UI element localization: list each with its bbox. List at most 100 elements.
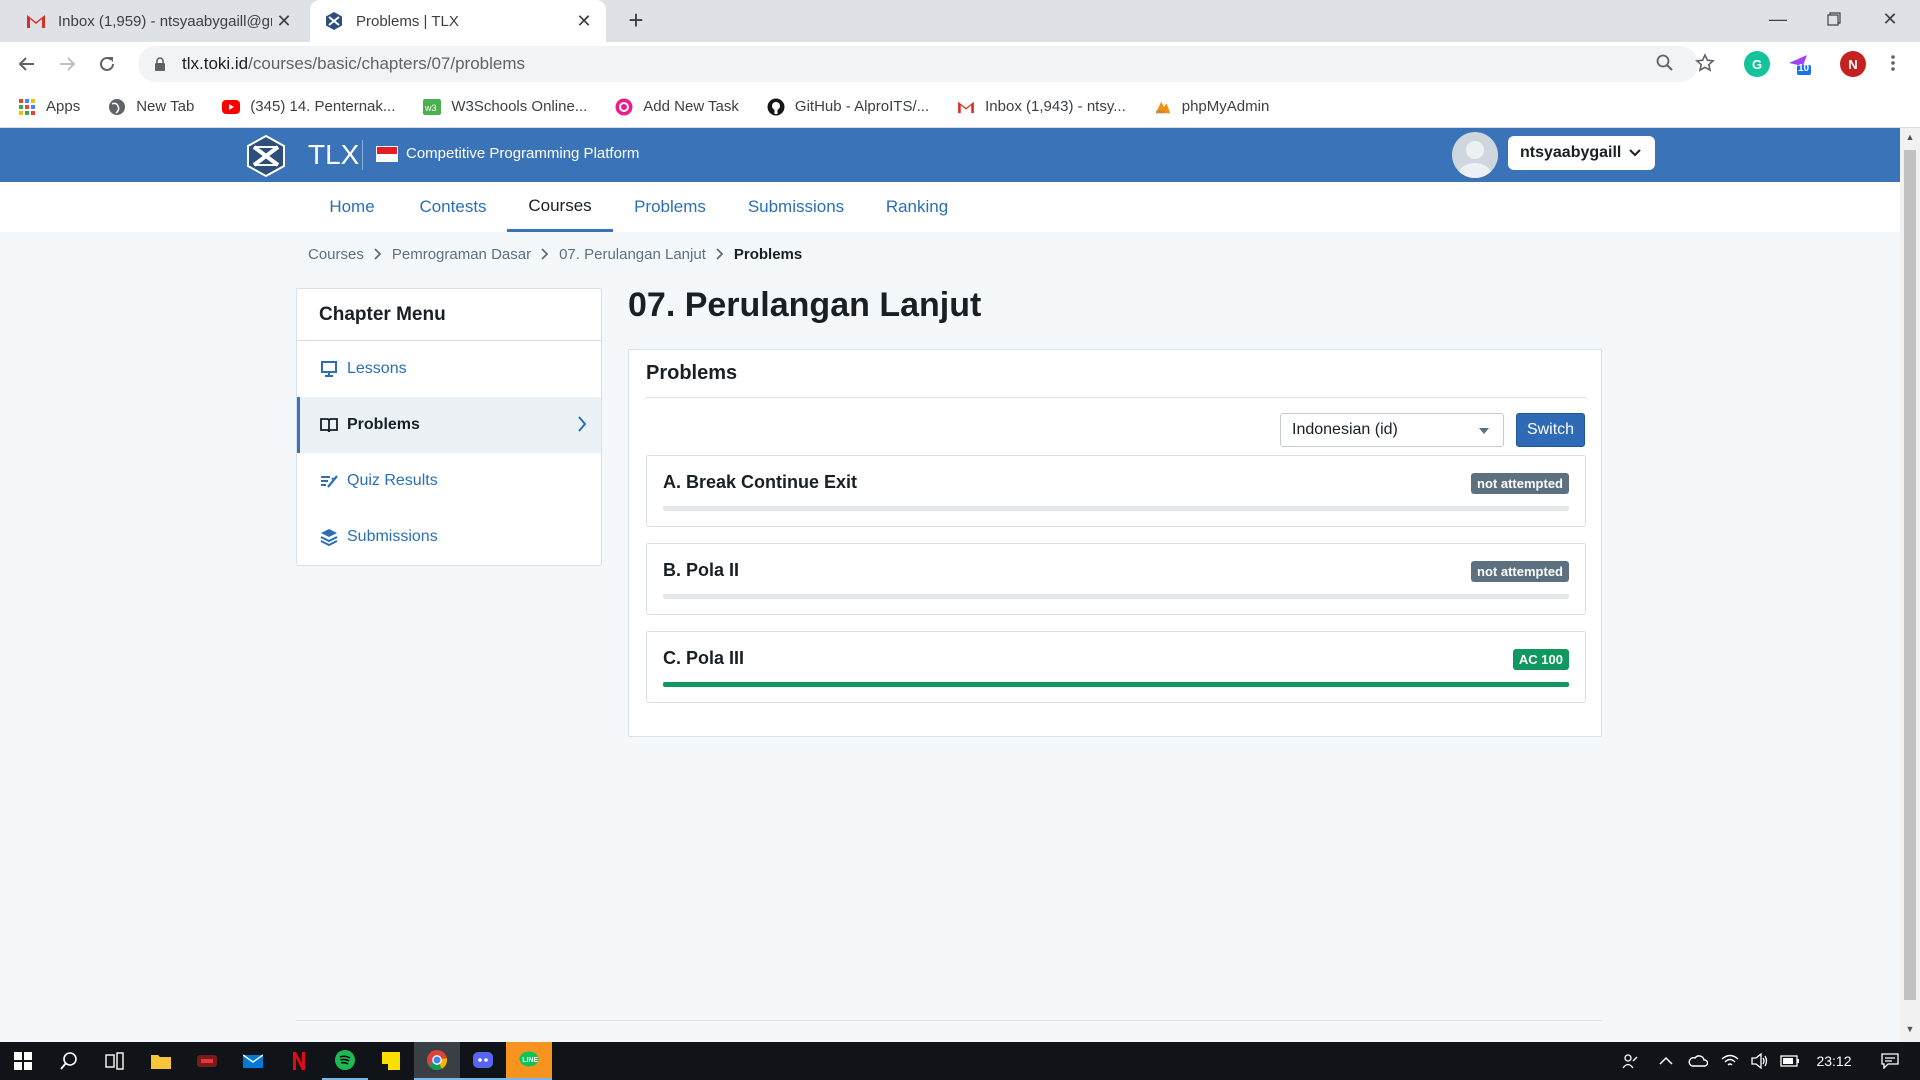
bookmark-add-task[interactable]: Add New Task bbox=[615, 98, 739, 116]
url-path: /courses/basic/chapters/07/problems bbox=[248, 54, 525, 73]
page-scrollbar[interactable]: ▲ ▼ bbox=[1900, 128, 1920, 1042]
presentation-icon bbox=[319, 359, 339, 379]
nav-submissions[interactable]: Submissions bbox=[735, 182, 857, 232]
nav-problems[interactable]: Problems bbox=[621, 182, 719, 232]
scroll-down-icon[interactable]: ▼ bbox=[1904, 1024, 1916, 1034]
scroll-up-icon[interactable]: ▲ bbox=[1904, 132, 1916, 142]
svg-text:LINE: LINE bbox=[522, 1057, 538, 1064]
breadcrumb-chapter[interactable]: 07. Perulangan Lanjut bbox=[559, 246, 706, 263]
minimize-icon[interactable]: — bbox=[1750, 0, 1806, 38]
scrollbar-thumb[interactable] bbox=[1904, 150, 1916, 1000]
problem-name[interactable]: C. Pola III bbox=[663, 648, 744, 669]
nav-home[interactable]: Home bbox=[312, 182, 392, 232]
browser-tab-strip: Inbox (1,959) - ntsyaabygaill@gm ✕ Probl… bbox=[0, 0, 1920, 42]
restore-icon[interactable] bbox=[1806, 0, 1862, 38]
nav-ranking[interactable]: Ranking bbox=[872, 182, 962, 232]
menu-item-quiz-results[interactable]: Quiz Results bbox=[297, 453, 601, 509]
forward-arrow-icon[interactable] bbox=[52, 49, 82, 79]
profile-initial: N bbox=[1848, 56, 1858, 72]
close-tab-icon[interactable]: ✕ bbox=[272, 11, 296, 32]
nav-contests[interactable]: Contests bbox=[406, 182, 500, 232]
notification-icon[interactable] bbox=[1870, 1042, 1910, 1080]
menu-item-problems[interactable]: Problems bbox=[297, 397, 601, 453]
menu-item-lessons[interactable]: Lessons bbox=[297, 341, 601, 397]
tab-tlx-problems[interactable]: Problems | TLX ✕ bbox=[310, 0, 606, 42]
globe-icon bbox=[108, 98, 126, 116]
wifi-icon[interactable] bbox=[1716, 1042, 1744, 1080]
reload-icon[interactable] bbox=[92, 49, 122, 79]
status-badge: not attempted bbox=[1471, 561, 1569, 582]
problem-item-a[interactable]: A. Break Continue Exit not attempted bbox=[646, 455, 1586, 527]
main-nav: Home Contests Courses Problems Submissio… bbox=[0, 182, 1900, 232]
breadcrumb-current: Problems bbox=[733, 246, 803, 263]
bookmark-youtube[interactable]: (345) 14. Penternak... bbox=[222, 98, 395, 116]
tab-gmail[interactable]: Inbox (1,959) - ntsyaabygaill@gm ✕ bbox=[14, 0, 306, 42]
close-tab-icon[interactable]: ✕ bbox=[572, 11, 596, 32]
language-select[interactable]: Indonesian (id) bbox=[1280, 413, 1504, 447]
address-bar[interactable]: tlx.toki.id/courses/basic/chapters/07/pr… bbox=[138, 46, 1698, 82]
discord-icon[interactable] bbox=[460, 1042, 506, 1080]
close-window-icon[interactable]: ✕ bbox=[1862, 0, 1918, 38]
problem-name[interactable]: B. Pola II bbox=[663, 560, 739, 581]
progress-bar bbox=[663, 594, 1569, 599]
chapter-menu: Chapter Menu Lessons Problems Quiz Resul… bbox=[296, 288, 602, 566]
game-app-icon[interactable] bbox=[184, 1042, 230, 1080]
bookmark-label: New Tab bbox=[136, 98, 195, 115]
chrome-menu-icon[interactable] bbox=[1880, 50, 1906, 76]
chevron-right-icon bbox=[374, 247, 382, 263]
chrome-taskbar-icon[interactable] bbox=[414, 1042, 460, 1080]
task-icon bbox=[615, 98, 633, 116]
user-avatar[interactable] bbox=[1452, 132, 1498, 178]
line-app-icon[interactable]: LINE bbox=[506, 1042, 552, 1080]
search-icon[interactable] bbox=[46, 1042, 92, 1080]
phpmyadmin-icon: PMA bbox=[1154, 98, 1172, 116]
windows-taskbar: LINE 23:12 bbox=[0, 1042, 1920, 1080]
bookmark-phpmyadmin[interactable]: PMA phpMyAdmin bbox=[1154, 98, 1269, 116]
netflix-icon[interactable] bbox=[276, 1042, 322, 1080]
tlx-logo-icon[interactable] bbox=[244, 134, 288, 178]
profile-avatar[interactable]: N bbox=[1840, 51, 1866, 77]
user-menu-button[interactable]: ntsyaabygaill bbox=[1508, 136, 1656, 170]
tab-title: Inbox (1,959) - ntsyaabygaill@gm bbox=[58, 12, 272, 30]
breadcrumb-course[interactable]: Pemrograman Dasar bbox=[392, 246, 531, 263]
brand-name[interactable]: TLX bbox=[308, 139, 359, 171]
lock-icon[interactable] bbox=[152, 57, 168, 71]
volume-icon[interactable] bbox=[1746, 1042, 1774, 1080]
header-divider bbox=[362, 140, 363, 170]
onedrive-icon[interactable] bbox=[1684, 1042, 1712, 1080]
bookmark-gmail[interactable]: Inbox (1,943) - ntsy... bbox=[957, 98, 1126, 116]
bookmark-apps[interactable]: Apps bbox=[18, 98, 80, 116]
nav-courses[interactable]: Courses bbox=[507, 182, 613, 232]
extension-icon[interactable]: 10 bbox=[1786, 51, 1812, 77]
mail-icon[interactable] bbox=[230, 1042, 276, 1080]
breadcrumb-courses[interactable]: Courses bbox=[308, 246, 364, 263]
grammarly-icon[interactable]: G bbox=[1744, 51, 1770, 77]
bookmarks-bar: Apps New Tab (345) 14. Penternak... w3 W… bbox=[0, 86, 1920, 128]
problem-item-c[interactable]: C. Pola III AC 100 bbox=[646, 631, 1586, 703]
tlx-icon bbox=[324, 11, 344, 31]
bookmark-w3schools[interactable]: w3 W3Schools Online... bbox=[423, 98, 587, 116]
page-title: 07. Perulangan Lanjut bbox=[628, 286, 982, 324]
menu-item-label: Lessons bbox=[347, 360, 407, 377]
bookmark-new-tab[interactable]: New Tab bbox=[108, 98, 194, 116]
url-text: tlx.toki.id/courses/basic/chapters/07/pr… bbox=[182, 54, 525, 74]
zoom-icon[interactable] bbox=[1652, 50, 1678, 76]
battery-icon[interactable] bbox=[1776, 1042, 1804, 1080]
bookmark-star-icon[interactable] bbox=[1692, 50, 1718, 76]
new-tab-button[interactable]: + bbox=[620, 6, 652, 36]
task-view-icon[interactable] bbox=[92, 1042, 138, 1080]
chevron-up-icon[interactable] bbox=[1652, 1042, 1680, 1080]
apps-grid-icon bbox=[18, 98, 36, 116]
windows-start-icon[interactable] bbox=[0, 1042, 46, 1080]
menu-item-submissions[interactable]: Submissions bbox=[297, 509, 601, 565]
bookmark-github[interactable]: GitHub - AlproITS/... bbox=[767, 98, 929, 116]
problem-item-b[interactable]: B. Pola II not attempted bbox=[646, 543, 1586, 615]
people-icon[interactable] bbox=[1616, 1042, 1644, 1080]
sticky-notes-icon[interactable] bbox=[368, 1042, 414, 1080]
file-explorer-icon[interactable] bbox=[138, 1042, 184, 1080]
spotify-icon[interactable] bbox=[322, 1042, 368, 1080]
problem-name[interactable]: A. Break Continue Exit bbox=[663, 472, 857, 493]
clock[interactable]: 23:12 bbox=[1806, 1042, 1862, 1080]
switch-button[interactable]: Switch bbox=[1516, 413, 1585, 447]
back-arrow-icon[interactable] bbox=[12, 49, 42, 79]
